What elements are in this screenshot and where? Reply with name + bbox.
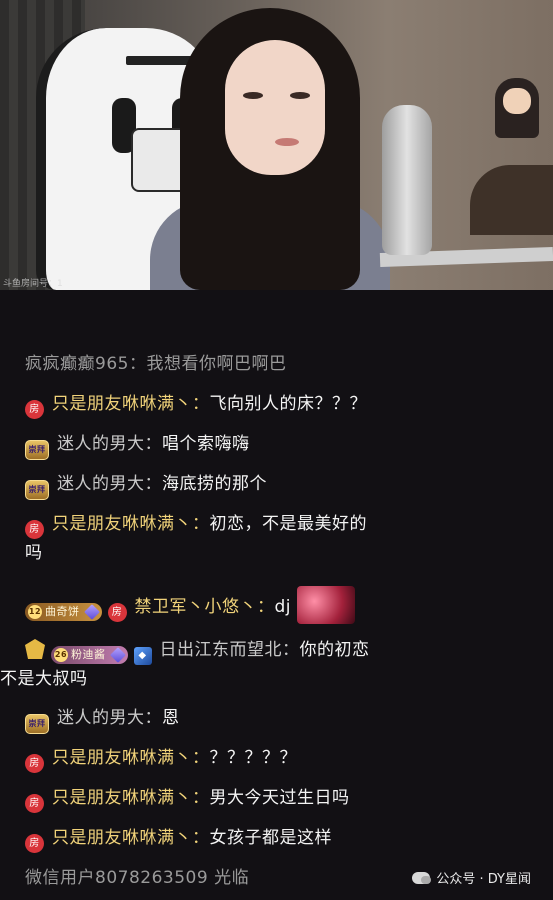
streamer-face <box>225 40 325 175</box>
chat-text-continued: 不是大叔吗 <box>0 669 88 689</box>
room-admin-badge: 房 <box>107 603 127 622</box>
fan-level: 12 <box>28 605 42 619</box>
chat-text: 你的初恋 <box>299 640 370 660</box>
room-number-watermark: 斗鱼房间号：1 <box>3 279 63 289</box>
side-table <box>470 165 553 235</box>
chat-text: 唱个索嗨嗨 <box>162 434 250 454</box>
fan-level: 26 <box>54 648 68 662</box>
gift-sticker-image <box>297 586 356 624</box>
chat-separator: ： <box>192 788 210 808</box>
chat-text-continued: 吗 <box>25 543 43 563</box>
chat-message: 房只是朋友咻咻满丶：女孩子都是这样 <box>25 824 530 853</box>
chat-message: 崇拜 迷人的男大：唱个索嗨嗨 <box>25 430 530 460</box>
chat-username[interactable]: 只是朋友咻咻满丶 <box>52 748 192 768</box>
room-admin-badge: 房 <box>25 834 44 853</box>
chat-message: 12 曲奇饼房禁卫军丶小悠丶：dj <box>25 586 530 624</box>
chat-message: 崇拜 迷人的男大：海底捞的那个 <box>25 470 530 500</box>
chat-separator: ： <box>128 354 147 374</box>
figurine-face <box>503 88 531 114</box>
chat-message: 房只是朋友咻咻满丶：男大今天过生日吗 <box>25 784 530 813</box>
chat-message: 房只是朋友咻咻满丶：飞向别人的床？？？ <box>25 390 530 419</box>
chat-separator: ： <box>282 640 300 660</box>
chat-username[interactable]: 迷人的男大 <box>57 474 145 494</box>
noble-crest-badge: 崇拜 <box>25 440 49 460</box>
fan-club-badge: 26 粉迪酱 <box>51 646 128 664</box>
chat-separator: ： <box>192 514 210 534</box>
chat-text: 男大今天过生日吗 <box>209 788 350 808</box>
gem-icon <box>109 647 126 663</box>
chat-text: 女孩子都是这样 <box>209 828 332 848</box>
room-admin-badge: 房 <box>25 400 44 419</box>
chat-text: 光临 <box>214 868 250 888</box>
wechat-account-watermark: 公众号 · DY星闻 <box>412 868 531 887</box>
chat-username[interactable]: 只是朋友咻咻满丶 <box>52 394 192 414</box>
chat-username[interactable]: 禁卫军丶小悠丶 <box>135 597 258 617</box>
chat-separator: ： <box>192 394 210 414</box>
noble-crest-badge: 崇拜 <box>25 714 49 734</box>
chat-message: 房只是朋友咻咻满丶：初恋，不是最美好的 吗 <box>25 510 530 567</box>
condenser-microphone <box>382 105 432 255</box>
chat-separator: ： <box>144 434 162 454</box>
chat-text: 恩 <box>162 708 180 728</box>
room-admin-badge: 房 <box>25 520 44 539</box>
wechat-icon <box>412 871 432 884</box>
watermark-text: 公众号 · DY星闻 <box>436 872 531 887</box>
chat-username[interactable]: 微信用户8078263509 <box>25 868 208 888</box>
danmaku-chat-list[interactable]: 疯疯癫癫965：我想看你啊巴啊巴 房只是朋友咻咻满丶：飞向别人的床？？？ 崇拜迷… <box>0 290 553 900</box>
room-admin-badge: 房 <box>25 794 44 813</box>
streamer-eye <box>290 92 310 99</box>
gem-icon <box>83 604 100 620</box>
user-level-badge <box>25 639 45 659</box>
chat-message: 崇拜 迷人的男大：恩 <box>25 704 530 734</box>
chat-username[interactable]: 迷人的男大 <box>57 434 145 454</box>
chat-text: dj <box>274 597 292 617</box>
chat-separator: ： <box>257 597 275 617</box>
chat-username[interactable]: 疯疯癫癫965 <box>25 354 129 374</box>
streamer-lips <box>275 138 299 146</box>
chat-username[interactable]: 日出江东而望北 <box>160 640 283 660</box>
chat-separator: ： <box>144 474 162 494</box>
chat-username[interactable]: 只是朋友咻咻满丶 <box>52 828 192 848</box>
live-video-frame[interactable]: 斗鱼房间号：1 <box>0 0 553 290</box>
chat-text: 飞向别人的床？？？ <box>209 394 367 414</box>
chat-text: 海底捞的那个 <box>162 474 267 494</box>
chat-separator: ： <box>192 828 210 848</box>
vip-badge: ◆ <box>133 647 152 665</box>
fan-club-name: 粉迪酱 <box>71 648 106 661</box>
chat-username[interactable]: 只是朋友咻咻满丶 <box>52 788 192 808</box>
chat-username[interactable]: 迷人的男大 <box>57 708 145 728</box>
chat-message: 疯疯癫癫965：我想看你啊巴啊巴 <box>25 350 530 378</box>
fan-club-name: 曲奇饼 <box>45 605 80 618</box>
chat-message: 房只是朋友咻咻满丶：？？？？？ <box>25 744 530 773</box>
chat-text: 我想看你啊巴啊巴 <box>146 354 287 374</box>
noble-crest-badge: 崇拜 <box>25 480 49 500</box>
chat-username[interactable]: 只是朋友咻咻满丶 <box>52 514 192 534</box>
fan-club-badge: 12 曲奇饼 <box>25 603 102 621</box>
chat-separator: ： <box>192 748 210 768</box>
room-admin-badge: 房 <box>25 754 44 773</box>
streamer-eye <box>243 92 263 99</box>
chat-text: ？？？？？ <box>209 748 297 768</box>
chat-text: 初恋，不是最美好的 <box>209 514 367 534</box>
chat-message: 26 粉迪酱 ◆ 日出江东而望北：你的初恋 不是大叔吗 <box>0 636 530 693</box>
chat-separator: ： <box>144 708 162 728</box>
